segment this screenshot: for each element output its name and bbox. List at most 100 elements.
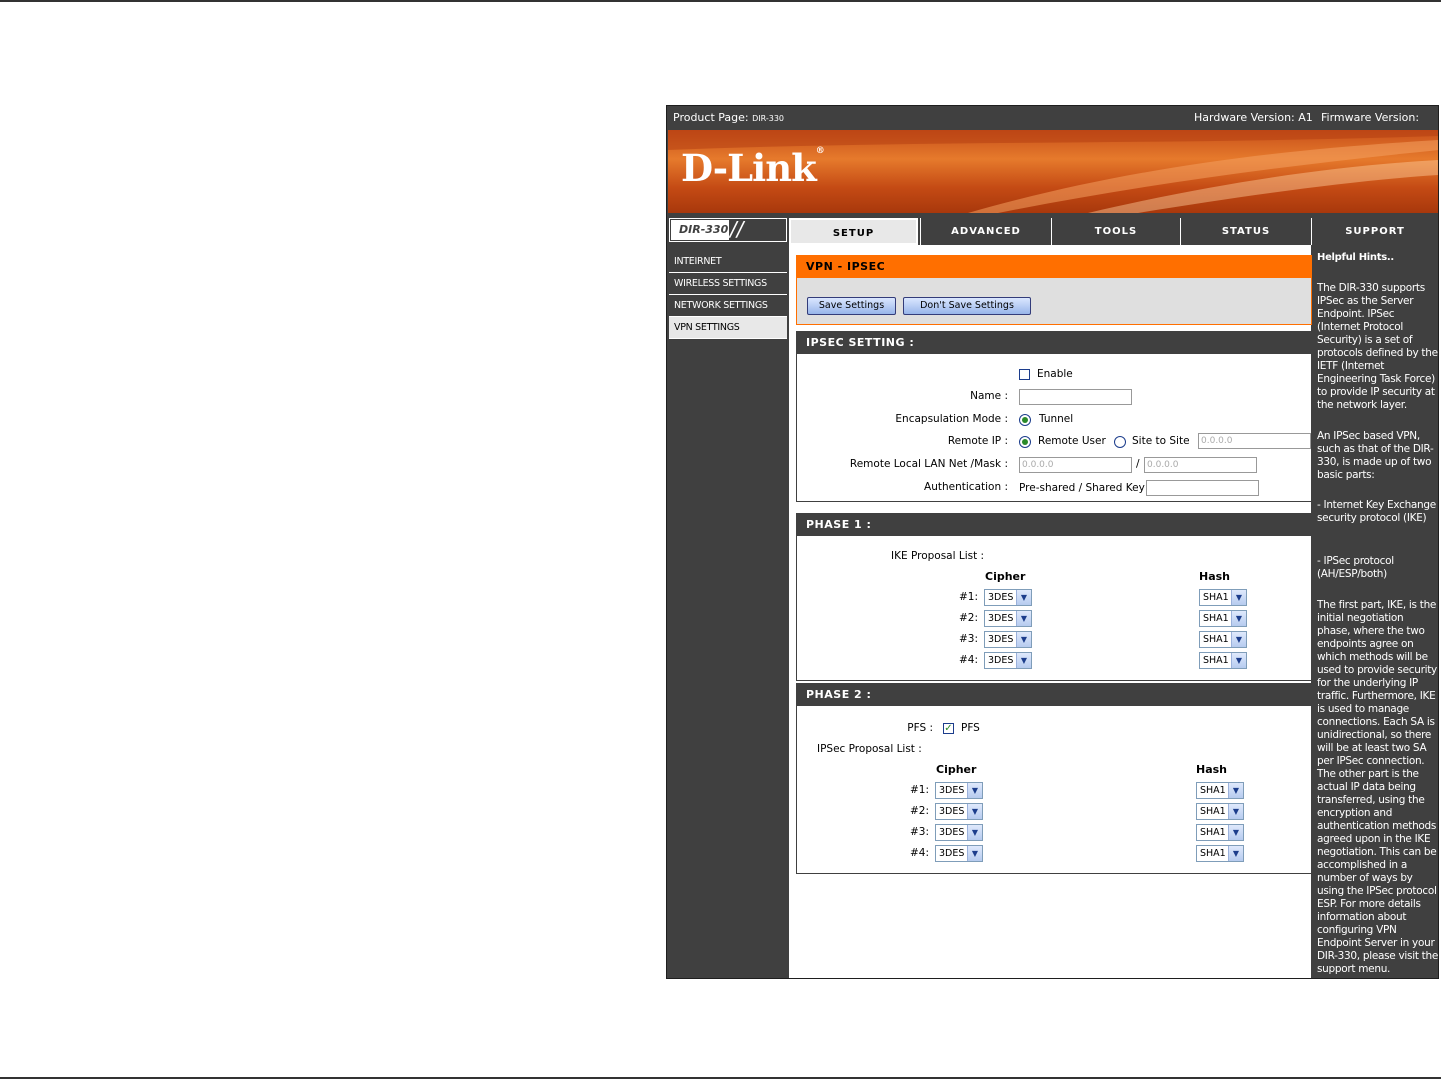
tunnel-radio[interactable] [1019,414,1031,426]
model-badge: DIR-330 // [669,217,787,242]
main-content: VPN - IPSEC Save Settings Don't Save Set… [789,245,1312,978]
tab-status[interactable]: STATUS [1180,218,1311,245]
save-settings-button[interactable]: Save Settings [807,297,896,315]
product-page: Product Page: DIR-330 [673,111,785,124]
chevron-down-icon: ▼ [1231,611,1246,626]
chevron-down-icon: ▼ [967,783,982,798]
remote-user-radio[interactable] [1019,436,1031,448]
phase1-panel: PHASE 1 : IKE Proposal List : Cipher Has… [796,513,1312,681]
phase2-hash-select[interactable]: SHA1 ▼ [1196,824,1244,841]
hint-paragraph: The first part, IKE, is the initial nego… [1317,599,1439,975]
authentication-label: Authentication : [924,481,1008,493]
banner: D-Link® [668,130,1438,213]
remote-lan-mask-input[interactable]: 0.0.0.0 [1144,457,1257,473]
phase2-cipher-select[interactable]: 3DES ▼ [935,782,983,799]
lan-slash: / [1136,458,1140,470]
phase1-hash-select[interactable]: SHA1 ▼ [1199,589,1247,606]
encapsulation-mode-label: Encapsulation Mode : [895,413,1008,425]
pre-shared-key-label: Pre-shared / Shared Key [1019,482,1145,494]
tunnel-label: Tunnel [1039,413,1074,425]
chevron-down-icon: ▼ [967,804,982,819]
chevron-down-icon: ▼ [967,825,982,840]
remote-ip-label: Remote IP : [947,435,1008,447]
phase2-row-number: #2: [910,805,930,817]
phase2-row-number: #1: [910,784,930,796]
tab-setup[interactable]: SETUP [789,218,918,245]
site-to-site-label: Site to Site [1132,435,1190,447]
pfs-checkbox[interactable]: ✓ [943,723,954,734]
sidebar-item-wireless-settings[interactable]: WIRELESS SETTINGS [669,273,787,295]
tab-support[interactable]: SUPPORT [1311,218,1438,245]
sidebar-item-vpn-settings[interactable]: VPN SETTINGS [669,317,787,339]
vpn-ipsec-title: VPN - IPSEC [797,256,1311,278]
sidebar-item-internet[interactable]: INTEIRNET [669,251,787,273]
tab-tools[interactable]: TOOLS [1051,218,1180,245]
remote-ip-input[interactable]: 0.0.0.0 [1198,433,1311,449]
enable-label: Enable [1037,368,1073,380]
shared-key-input[interactable] [1146,480,1259,496]
chevron-down-icon: ▼ [1231,653,1246,668]
name-input[interactable] [1019,389,1132,405]
dont-save-settings-button[interactable]: Don't Save Settings [903,297,1031,315]
phase1-hash-select[interactable]: SHA1 ▼ [1199,631,1247,648]
phase1-hash-header: Hash [1199,570,1231,583]
phase2-cipher-select[interactable]: 3DES ▼ [935,803,983,820]
phase1-row-number: #3: [959,633,979,645]
name-label: Name : [970,390,1008,402]
chevron-down-icon: ▼ [1231,590,1246,605]
phase2-cipher-select[interactable]: 3DES ▼ [935,845,983,862]
top-rule [0,0,1441,2]
pfs-option-label: PFS [961,722,980,734]
hint-paragraph: An IPSec based VPN, such as that of the … [1317,430,1434,481]
vpn-ipsec-panel: VPN - IPSEC Save Settings Don't Save Set… [796,255,1312,325]
phase2-row-number: #4: [910,847,930,859]
phase1-hash-select[interactable]: SHA1 ▼ [1199,652,1247,669]
phase1-title: PHASE 1 : [797,514,1311,536]
hint-paragraph: - Internet Key Exchange security protoco… [1317,499,1436,524]
phase1-cipher-select[interactable]: 3DES ▼ [984,589,1032,606]
remote-user-label: Remote User [1038,435,1106,447]
phase1-cipher-select[interactable]: 3DES ▼ [984,631,1032,648]
ipsec-proposal-list-label: IPSec Proposal List : [817,743,922,755]
remote-lan-net-input[interactable]: 0.0.0.0 [1019,457,1132,473]
site-to-site-radio[interactable] [1114,436,1126,448]
slash-graphic: // [730,217,744,241]
ike-proposal-list-label: IKE Proposal List : [891,550,985,562]
phase1-cipher-select[interactable]: 3DES ▼ [984,610,1032,627]
phase1-hash-select[interactable]: SHA1 ▼ [1199,610,1247,627]
tab-advanced[interactable]: ADVANCED [920,218,1051,245]
phase2-hash-header: Hash [1196,763,1228,776]
hardware-version: Hardware Version: A1 [1194,111,1313,124]
router-admin-window: Product Page: DIR-330 Hardware Version: … [666,105,1439,979]
ipsec-setting-title: IPSEC SETTING : [797,332,1311,354]
remote-lan-label: Remote Local LAN Net /Mask : [849,458,1008,470]
chevron-down-icon: ▼ [967,846,982,861]
phase2-hash-select[interactable]: SHA1 ▼ [1196,803,1244,820]
bottom-rule [0,1077,1441,1079]
enable-checkbox[interactable] [1019,369,1030,380]
chevron-down-icon: ▼ [1016,590,1031,605]
dlink-logo: D-Link® [681,146,825,190]
sidebar: INTEIRNET WIRELESS SETTINGS NETWORK SETT… [669,251,787,339]
chevron-down-icon: ▼ [1016,632,1031,647]
ipsec-setting-panel: IPSEC SETTING : Enable Name : Encapsulat… [796,331,1312,502]
sidebar-item-network-settings[interactable]: NETWORK SETTINGS [669,295,787,317]
top-bar: Product Page: DIR-330 Hardware Version: … [667,106,1438,148]
phase2-cipher-select[interactable]: 3DES ▼ [935,824,983,841]
hints-title: Helpful Hints.. [1317,252,1394,263]
main-nav: DIR-330 // SETUP ADVANCED TOOLS STATUS S… [667,214,1438,245]
phase2-row-number: #3: [910,826,930,838]
hint-paragraph: The DIR-330 supports IPSec as the Server… [1317,282,1438,411]
helpful-hints-panel: Helpful Hints.. The DIR-330 supports IPS… [1313,245,1439,978]
phase2-hash-select[interactable]: SHA1 ▼ [1196,782,1244,799]
chevron-down-icon: ▼ [1016,653,1031,668]
phase2-panel: PHASE 2 : PFS : ✓ PFS IPSec Proposal Lis… [796,683,1312,874]
chevron-down-icon: ▼ [1228,804,1243,819]
phase2-hash-select[interactable]: SHA1 ▼ [1196,845,1244,862]
chevron-down-icon: ▼ [1231,632,1246,647]
phase2-cipher-header: Cipher [936,763,977,776]
phase1-cipher-header: Cipher [985,570,1026,583]
phase1-row-number: #4: [959,654,979,666]
chevron-down-icon: ▼ [1228,783,1243,798]
phase1-cipher-select[interactable]: 3DES ▼ [984,652,1032,669]
